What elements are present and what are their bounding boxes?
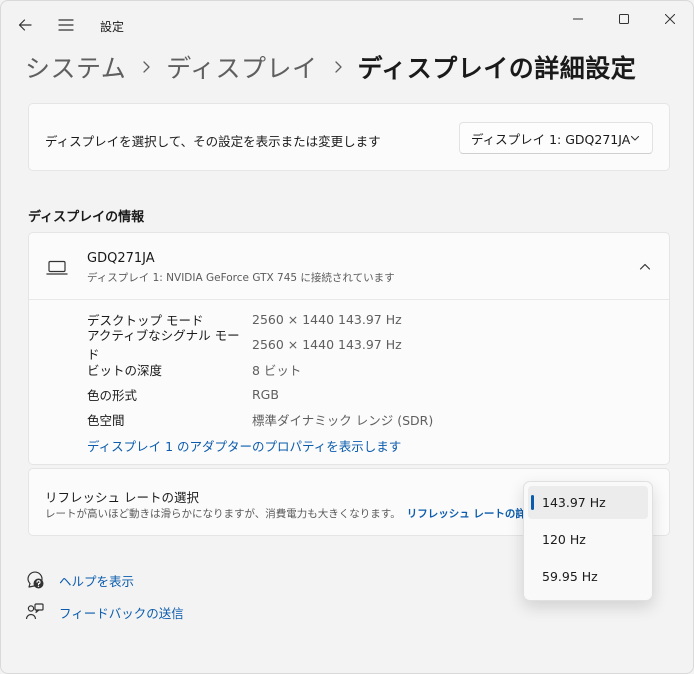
laptop-icon xyxy=(46,260,68,275)
maximize-button[interactable] xyxy=(601,7,647,31)
breadcrumb-system[interactable]: システム xyxy=(25,49,126,85)
help-link-label: ヘルプを表示 xyxy=(59,573,135,589)
minimize-icon xyxy=(573,18,583,20)
settings-window: 設定 システム ディスプレイ ディスプレイの詳細設定 ディスプレイを選択して、そ… xyxy=(0,0,694,674)
display-info-heading: ディスプレイの情報 xyxy=(28,210,145,225)
breadcrumb: システム ディスプレイ ディスプレイの詳細設定 xyxy=(25,47,636,87)
adapter-properties-link[interactable]: ディスプレイ 1 のアダプターのプロパティを表示します xyxy=(87,436,401,455)
property-value: 2560 × 1440 143.97 Hz xyxy=(252,311,402,327)
window-title: 設定 xyxy=(100,20,125,34)
refresh-rate-description-text: レートが高いほど動きは滑らかになりますが、消費電力も大きくなります。 xyxy=(45,508,401,520)
option-label: 59.95 Hz xyxy=(542,569,598,584)
option-label: 143.97 Hz xyxy=(542,495,606,510)
close-icon xyxy=(665,14,675,24)
chevron-down-icon xyxy=(630,135,640,141)
refresh-rate-more-link[interactable]: リフレッシュ レートの詳細 xyxy=(407,508,537,520)
refresh-rate-description: レートが高いほど動きは滑らかになりますが、消費電力も大きくなります。 リフレッシュ… xyxy=(45,506,536,521)
option-label: 120 Hz xyxy=(542,532,586,547)
maximize-icon xyxy=(619,14,629,24)
property-label: ビットの深度 xyxy=(87,362,163,378)
chevron-right-icon xyxy=(126,52,166,82)
chevron-up-icon xyxy=(639,263,651,270)
property-row: アクティブなシグナル モード 2560 × 1440 143.97 Hz xyxy=(87,328,402,362)
monitor-name: GDQ271JA xyxy=(87,251,155,266)
property-label: 色空間 xyxy=(87,412,125,428)
property-row: 色の形式 RGB xyxy=(87,384,279,404)
property-value: 8 ビット xyxy=(252,362,302,378)
display-select-label: ディスプレイを選択して、その設定を表示または変更します xyxy=(45,134,381,149)
property-value: 2560 × 1440 143.97 Hz xyxy=(252,336,402,352)
property-row: ビットの深度 8 ビット xyxy=(87,359,301,379)
display-select-card: ディスプレイを選択して、その設定を表示または変更します ディスプレイ 1: GD… xyxy=(28,103,670,171)
collapse-button[interactable] xyxy=(633,257,657,277)
feedback-icon xyxy=(25,603,44,620)
property-label: アクティブなシグナル モード xyxy=(87,328,240,362)
close-button[interactable] xyxy=(647,7,693,31)
selection-indicator xyxy=(531,495,534,510)
chevron-right-icon xyxy=(318,52,358,82)
breadcrumb-display[interactable]: ディスプレイ xyxy=(166,49,317,85)
property-row: 色空間 標準ダイナミック レンジ (SDR) xyxy=(87,409,433,429)
monitor-connection: ディスプレイ 1: NVIDIA GeForce GTX 745 に接続されてい… xyxy=(87,272,395,284)
help-link[interactable]: ヘルプを表示 xyxy=(25,568,134,592)
refresh-rate-dropdown-menu: 143.97 Hz 120 Hz 59.95 Hz xyxy=(523,481,653,601)
display-dropdown-value: ディスプレイ 1: GDQ271JA xyxy=(471,131,631,147)
refresh-rate-option[interactable]: 143.97 Hz xyxy=(528,486,648,519)
navigation-menu-button[interactable] xyxy=(55,15,77,35)
minimize-button[interactable] xyxy=(555,7,601,31)
feedback-link[interactable]: フィードバックの送信 xyxy=(25,600,184,624)
hamburger-menu-icon xyxy=(58,19,74,31)
display-info-header[interactable]: GDQ271JA ディスプレイ 1: NVIDIA GeForce GTX 74… xyxy=(29,233,669,300)
refresh-rate-option[interactable]: 120 Hz xyxy=(528,523,648,556)
refresh-rate-title: リフレッシュ レートの選択 xyxy=(45,490,199,505)
display-dropdown[interactable]: ディスプレイ 1: GDQ271JA xyxy=(459,122,653,154)
page-title: ディスプレイの詳細設定 xyxy=(357,54,637,83)
property-value: RGB xyxy=(252,386,279,402)
back-button[interactable] xyxy=(15,15,35,35)
feedback-link-label: フィードバックの送信 xyxy=(59,605,184,621)
refresh-rate-option[interactable]: 59.95 Hz xyxy=(528,560,648,593)
display-info-card: GDQ271JA ディスプレイ 1: NVIDIA GeForce GTX 74… xyxy=(28,232,670,465)
property-label: 色の形式 xyxy=(87,387,138,403)
property-value: 標準ダイナミック レンジ (SDR) xyxy=(252,412,434,428)
help-icon xyxy=(27,571,44,589)
title-bar: 設定 xyxy=(1,1,693,49)
back-arrow-icon xyxy=(18,19,32,31)
